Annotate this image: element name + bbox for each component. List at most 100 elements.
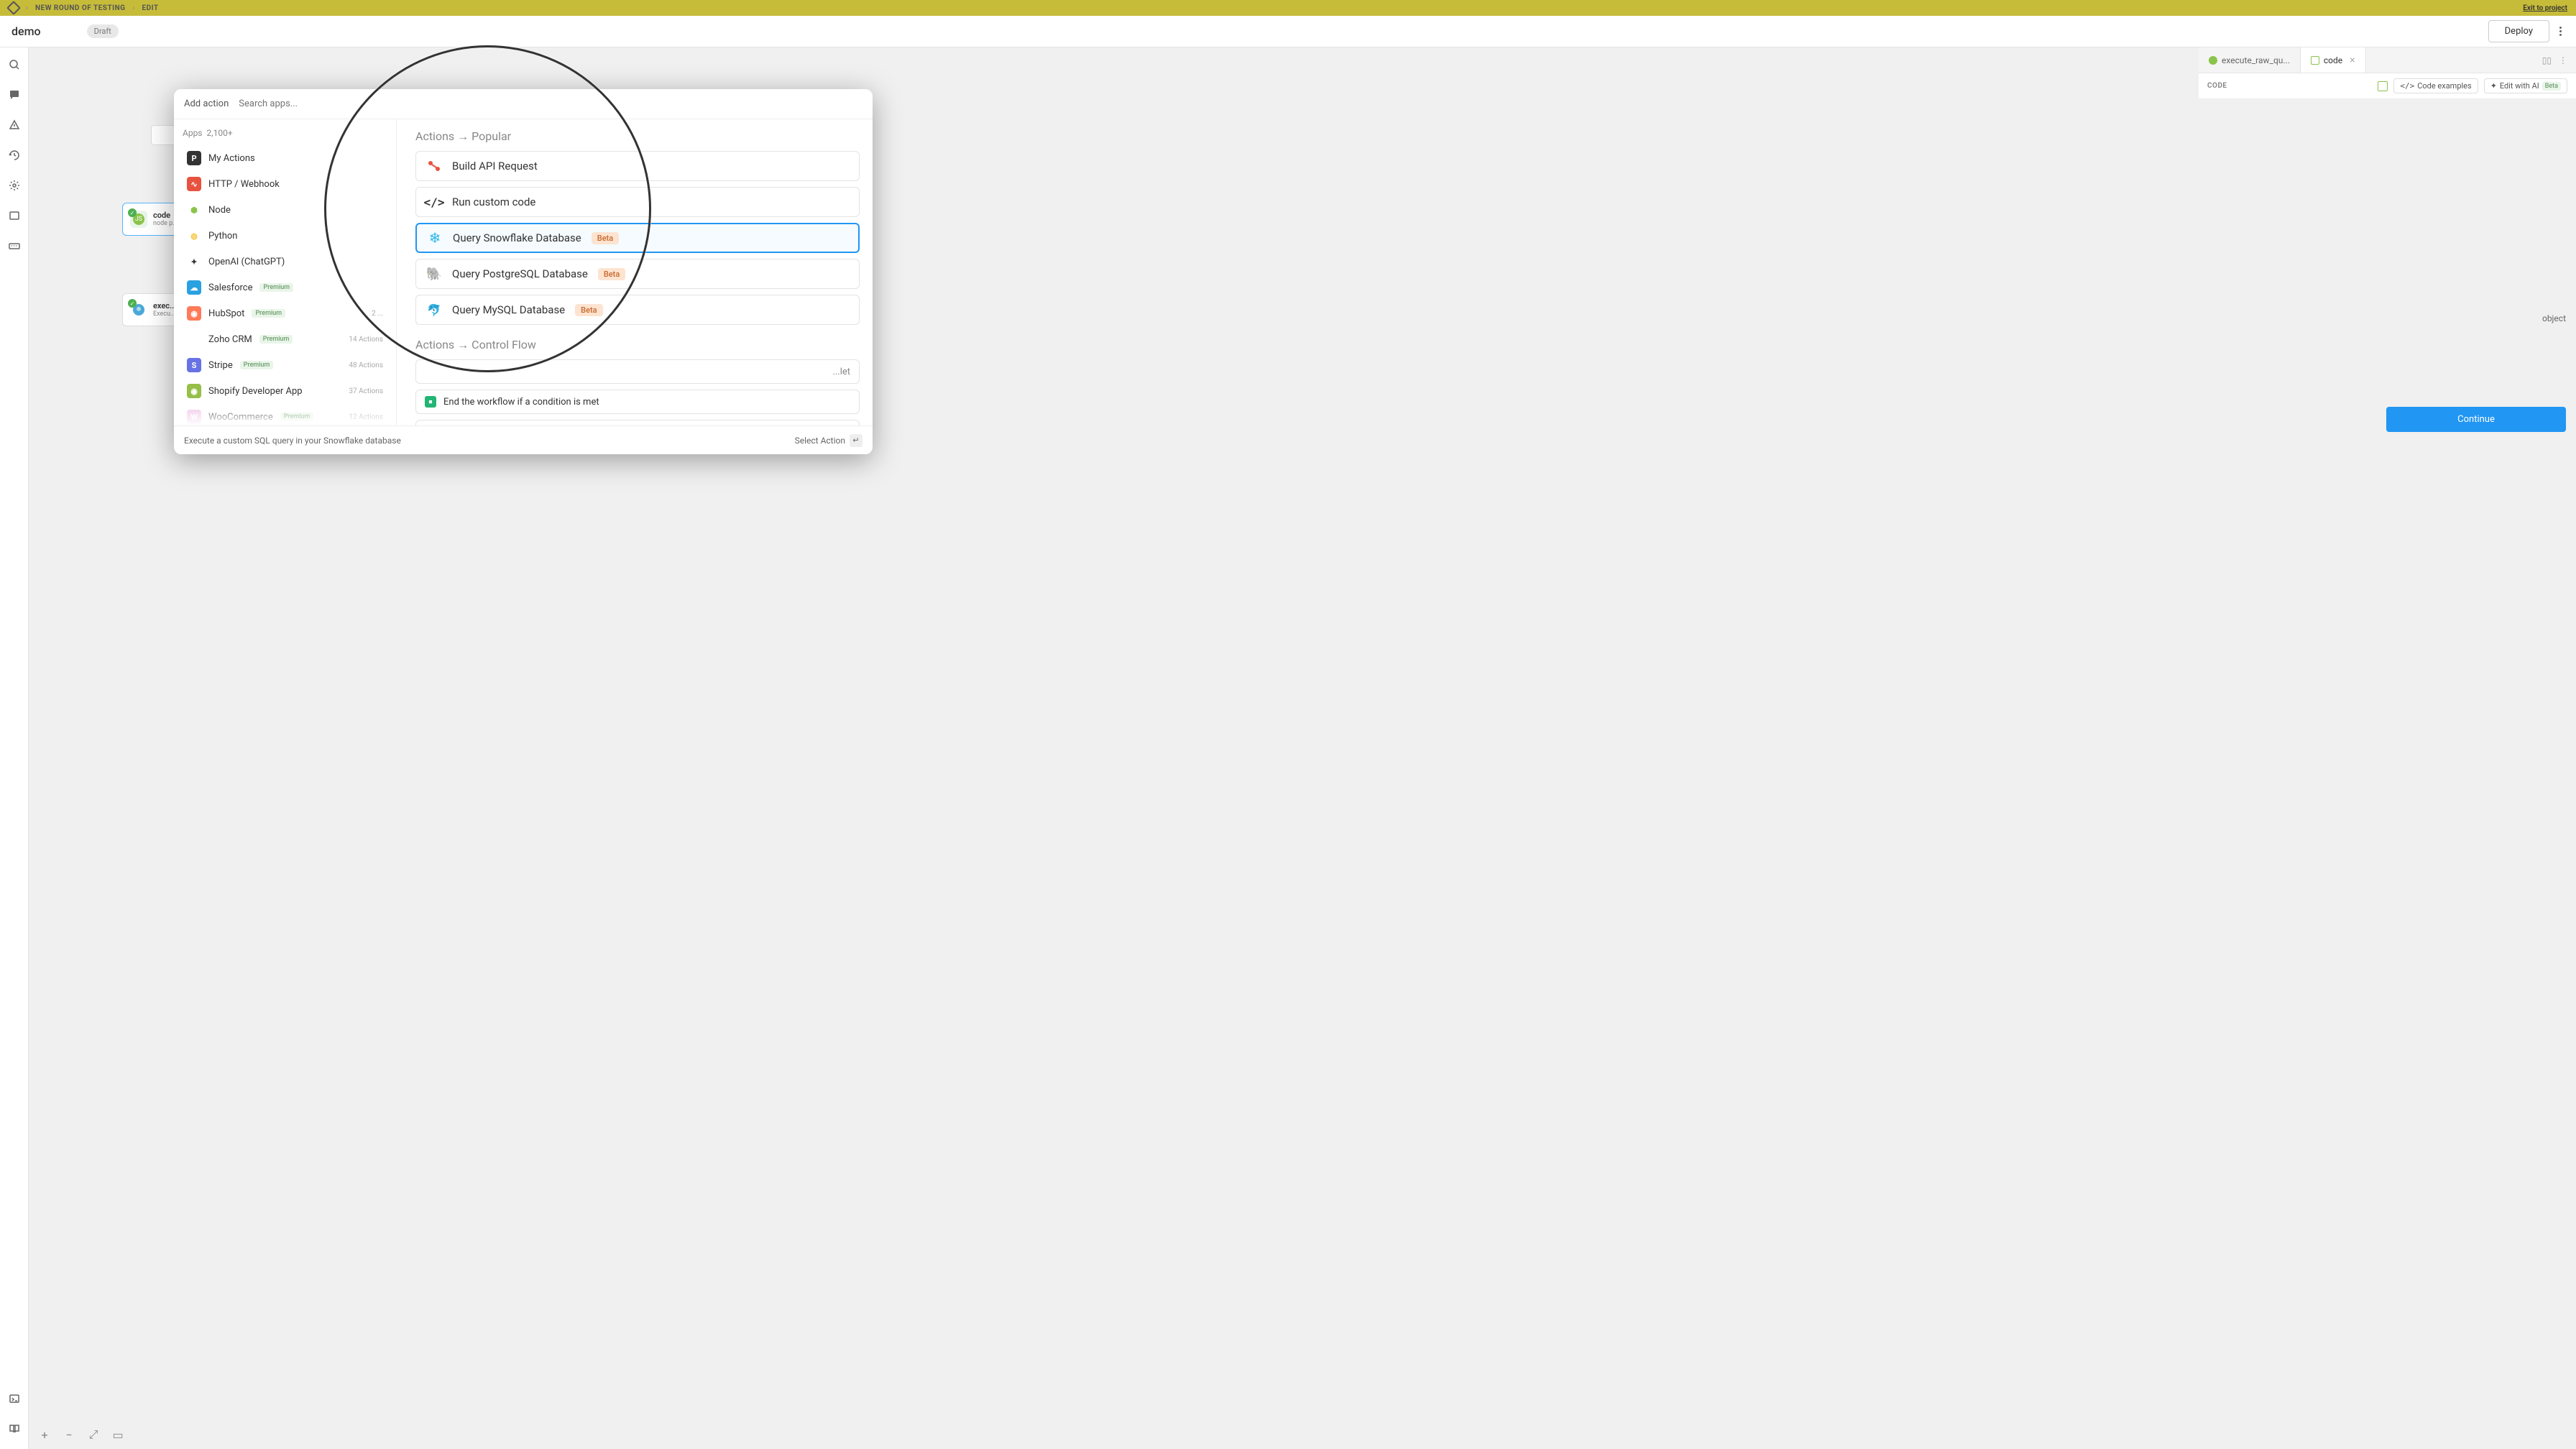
hex-icon[interactable] [2378,81,2388,91]
section-label: Popular [472,129,511,143]
plus-icon[interactable]: + [39,1429,50,1440]
action-item[interactable]: ❄Query Snowflake DatabaseBeta [415,223,860,253]
kebab-menu-icon[interactable] [2557,22,2564,40]
draft-badge: Draft [87,24,119,38]
minus-icon[interactable]: − [63,1429,75,1440]
chevron-right-icon: › [26,4,28,12]
tab-label: code [2324,55,2342,65]
breadcrumb-1[interactable]: NEW ROUND OF TESTING [35,4,125,12]
api-icon [426,158,442,174]
premium-badge: Premium [259,283,293,292]
add-action-label: Add action [184,98,229,109]
chip-label: Edit with AI [2500,81,2539,91]
beta-badge: Beta [575,304,602,316]
app-row[interactable]: ⬢ Node [181,197,389,223]
section-label: Actions [415,129,454,143]
app-icon: ☁ [187,280,201,295]
deploy-button[interactable]: Deploy [2488,20,2549,42]
page-title: demo [12,24,41,38]
chip-label: Code examples [2417,81,2471,91]
select-label: Select Action [795,436,845,446]
actions-pane[interactable]: Actions→Popular Build API Request </>Run … [397,119,873,426]
action-item[interactable]: 🐘Query PostgreSQL DatabaseBeta [415,259,860,289]
action-label: End the workflow if a condition is met [443,397,599,408]
hex-icon [2209,56,2217,65]
hex-icon [2311,56,2319,65]
app-row[interactable]: SStripePremium48 Actions [181,352,389,378]
enter-key-icon: ↵ [850,434,862,447]
chat-icon[interactable] [9,89,20,101]
footer-desc: Execute a custom SQL query in your Snowf… [184,436,401,446]
breadcrumb-2[interactable]: EDIT [142,4,158,12]
left-rail [0,47,29,1449]
tab-label: execute_raw_qu... [2222,55,2290,65]
app-row[interactable]: ◉Shopify Developer App37 Actions [181,378,389,404]
map-icon[interactable]: ▭ [112,1429,124,1440]
action-item[interactable]: ⏹End the workflow if a condition is met [415,390,860,414]
action-count: 2 ... [372,310,383,318]
edit-ai-button[interactable]: ✦Edit with AIBeta [2484,78,2567,93]
code-examples-button[interactable]: </>Code examples [2393,78,2478,93]
apps-label: Apps [183,128,203,138]
premium-badge: Premium [240,361,274,369]
beta-badge: Beta [2542,82,2561,91]
header-right: Deploy [2488,20,2564,42]
app-name: Node [208,205,231,216]
book-icon[interactable] [9,1423,20,1435]
section-label: Control Flow [472,338,536,351]
app-icon: ◍ [187,229,201,243]
app-row[interactable]: ◉HubSpotPremium2 ... [181,300,389,326]
close-icon[interactable]: × [2350,55,2355,66]
app-row[interactable]: ◍Python [181,223,389,249]
beta-badge: Beta [598,268,625,280]
fit-icon[interactable]: ⤢ [88,1429,99,1440]
history-icon[interactable] [9,150,20,161]
rail-bottom [9,1393,20,1435]
keyboard-icon[interactable] [9,240,20,252]
canvas-controls: + − ⤢ ▭ [39,1429,124,1440]
mysql-icon: 🐬 [426,302,442,318]
search-input[interactable] [239,98,862,109]
action-item[interactable]: Build API Request [415,151,860,181]
gear-icon[interactable] [9,180,20,191]
exit-link[interactable]: Exit to project [2523,4,2567,12]
app-name: Salesforce [208,282,252,293]
more-icon[interactable]: ⋮ [2559,55,2567,65]
snow-icon: ❄ [427,230,443,246]
node-status-icon: ✓❄ [130,301,147,318]
app-icon: ⬢ [187,203,201,217]
action-item[interactable]: 🐬 Query MySQL Database Beta [415,295,860,325]
modal-footer: Execute a custom SQL query in your Snowf… [174,426,873,454]
action-item[interactable]: Return an HTTP response [415,420,860,426]
terminal-icon[interactable] [9,1393,20,1404]
right-panel-tabs: execute_raw_qu... code × ▯▯ ⋮ [2199,47,2576,73]
action-label: Query PostgreSQL Database [452,267,588,280]
app-name: Zoho CRM [208,334,252,345]
app-row[interactable]: ☁ Salesforce Premium [181,275,389,300]
tab-code[interactable]: code × [2301,47,2366,73]
action-item[interactable]: </>Run custom code [415,187,860,217]
action-label: Query MySQL Database [452,303,565,316]
warning-icon[interactable] [9,119,20,131]
app-row[interactable]: ▦Zoho CRMPremium14 Actions [181,326,389,352]
node-text: exec... Execu... [153,301,176,318]
chevron-right-icon: › [132,4,134,12]
app-list[interactable]: Apps 2,100+ PMy Actions∿HTTP / Webhook⬢N… [174,119,397,426]
action-item[interactable]: ...let [415,359,860,384]
app-row[interactable]: ✦OpenAI (ChatGPT) [181,249,389,275]
layout-icon[interactable]: ▯▯ [2542,55,2552,65]
action-label: Build API Request [452,160,538,172]
app-row[interactable]: ∿HTTP / Webhook [181,171,389,197]
logo-icon[interactable] [6,1,21,15]
action-picker-modal: Add action Apps 2,100+ PMy Actions∿HTTP … [174,89,873,454]
section-popular: Actions→Popular [415,129,860,144]
app-icon: ◉ [187,384,201,398]
window-icon[interactable] [9,210,20,221]
premium-badge: Premium [252,309,285,318]
select-action-hint: Select Action ↵ [795,434,862,447]
continue-button[interactable]: Continue [2386,407,2566,432]
search-icon[interactable] [9,59,20,70]
app-name: Shopify Developer App [208,386,303,397]
app-row[interactable]: PMy Actions [181,145,389,171]
tab-execute[interactable]: execute_raw_qu... [2199,47,2301,73]
